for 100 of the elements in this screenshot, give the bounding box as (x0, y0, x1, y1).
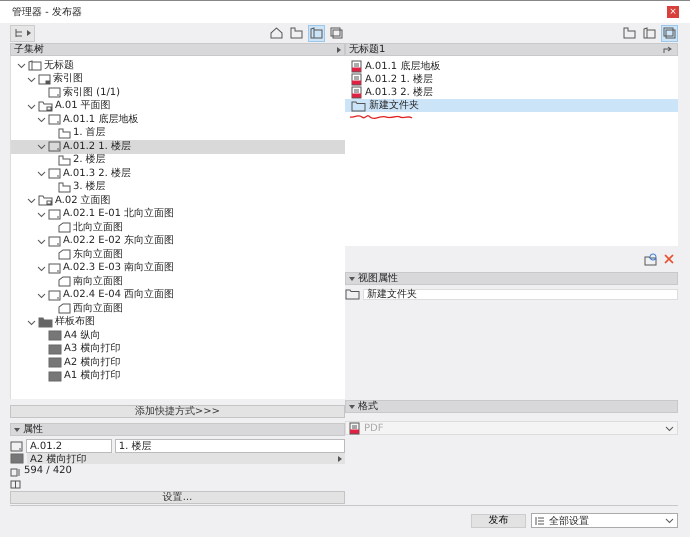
new-folder-icon (644, 252, 657, 266)
elevation-icon (58, 222, 71, 234)
panel-title: 无标题1 (349, 44, 386, 55)
chevron-icon (37, 264, 46, 273)
sheet-icon (48, 141, 61, 152)
sheet-icon (310, 27, 323, 39)
chevron-icon (27, 318, 36, 327)
arrow-icon (27, 30, 31, 36)
sheet-icon (48, 114, 61, 126)
tree-item[interactable]: A1 横向打印 (11, 370, 345, 383)
size-icon (10, 466, 21, 476)
list-icon (535, 516, 545, 526)
tree-icon (14, 28, 24, 38)
chevron-icon (665, 516, 674, 525)
sheet-icon (48, 168, 61, 180)
tree-item[interactable]: A.01.3 2. 楼层 (11, 167, 345, 180)
list-item[interactable]: A.01.3 2. 楼层 (345, 86, 678, 99)
tree-item[interactable]: 索引图 (11, 72, 345, 86)
tree-item[interactable]: 南向立面图 (11, 275, 345, 288)
tree-item[interactable]: A.01 平面图 (11, 100, 345, 113)
folder-icon (351, 100, 366, 112)
tree-item[interactable]: 东向立面图 (11, 248, 345, 262)
close-button[interactable]: × (667, 6, 679, 18)
tree-item[interactable]: 2. 楼层 (11, 154, 345, 167)
name-field[interactable]: 1. 楼层 (114, 439, 345, 453)
tree-item[interactable]: A.02.2 E-02 东向立面图 (11, 234, 345, 248)
floor-plan-icon (58, 154, 71, 166)
tree-item[interactable]: 无标题 (11, 59, 345, 72)
tree-item[interactable]: 索引图 (1/1) (11, 86, 345, 100)
tree-item[interactable]: A4 纵向 (11, 329, 345, 342)
list-item[interactable]: A.01.2 1. 楼层 (345, 73, 678, 86)
view-mode-button[interactable] (621, 24, 638, 42)
sheet-icon (48, 262, 61, 274)
folder-icon (623, 27, 636, 39)
floor-plan-icon (58, 128, 71, 139)
view-mode-button[interactable] (661, 24, 678, 42)
tree-item[interactable]: 西向立面图 (11, 302, 345, 316)
binder-icon (28, 60, 42, 72)
id-field[interactable]: A.01.2 (26, 439, 112, 453)
layout-icon (48, 344, 62, 355)
folder-icon (345, 288, 360, 300)
sheet-icon (10, 440, 23, 452)
size-text: 594 / 420 (24, 465, 72, 477)
pdf-icon (349, 422, 360, 434)
sheet-icon (48, 236, 61, 247)
tree-item[interactable]: A.02.3 E-03 南向立面图 (11, 262, 345, 275)
tree-item[interactable]: 样板布图 (11, 316, 345, 329)
delete-icon[interactable] (664, 254, 674, 264)
subset-menu-button[interactable] (10, 24, 35, 42)
section-title: 视图属性 (358, 273, 398, 284)
window-title: 管理器 - 发布器 (12, 6, 82, 19)
settings-select[interactable]: 全部设置 (531, 513, 678, 528)
elevation-icon (58, 276, 71, 288)
chevron-icon (37, 142, 46, 152)
tree-item[interactable]: 1. 首层 (11, 126, 345, 140)
tree-item[interactable]: A.02 立面图 (11, 194, 345, 208)
folder-icon (38, 316, 53, 328)
pdf-icon (351, 60, 362, 73)
arrow-icon (337, 46, 341, 52)
layout-icon (10, 453, 24, 464)
view-mode-button[interactable] (641, 24, 658, 42)
tree-item[interactable]: A.01.2 1. 楼层 (11, 140, 345, 154)
sheet-icon (38, 74, 51, 85)
tree-item[interactable]: A3 横向打印 (11, 342, 345, 356)
add-shortcut-button[interactable]: 添加快捷方式>>> (10, 405, 345, 418)
publish-button[interactable]: 发布 (471, 514, 526, 528)
tree-item[interactable]: 北向立面图 (11, 221, 345, 234)
triangle-icon (349, 404, 355, 408)
settings-button[interactable]: 设置... (10, 491, 345, 504)
stack-icon (330, 27, 343, 39)
layout-select[interactable]: A2 横向打印 (27, 453, 345, 464)
folder-name-field[interactable]: 新建文件夹 (363, 288, 678, 300)
view-mode-button[interactable] (288, 24, 305, 42)
view-mode-button[interactable] (328, 24, 345, 42)
view-mode-button[interactable] (308, 24, 325, 42)
folder-icon (290, 27, 303, 39)
stack-icon (663, 27, 676, 39)
sheet-icon (48, 208, 61, 220)
pdf-icon (351, 86, 362, 99)
list-item[interactable]: A.01.1 底层地板 (345, 60, 678, 73)
tree-item[interactable]: A.02.4 E-04 西向立面图 (11, 288, 345, 302)
tree-item[interactable]: A.02.1 E-01 北向立面图 (11, 208, 345, 221)
floor-plan-icon (58, 182, 71, 193)
elevation-icon (58, 303, 71, 314)
tree-item[interactable]: A.01.1 底层地板 (11, 113, 345, 126)
folder-icon (38, 195, 53, 206)
layout-icon (48, 357, 62, 368)
book-icon (10, 480, 21, 489)
folder-icon (38, 100, 53, 112)
sheet-icon (643, 27, 656, 39)
sheet-icon (48, 87, 61, 98)
view-mode-button[interactable] (268, 24, 285, 42)
section-title: 格式 (358, 401, 378, 412)
panel-title: 子集树 (14, 44, 44, 55)
layout-icon (48, 330, 62, 342)
tree-item[interactable]: 3. 楼层 (11, 180, 345, 194)
layout-icon (48, 370, 62, 382)
tree-item[interactable]: A2 横向打印 (11, 356, 345, 370)
list-item[interactable]: 新建文件夹 (345, 99, 678, 112)
triangle-icon (349, 276, 355, 280)
